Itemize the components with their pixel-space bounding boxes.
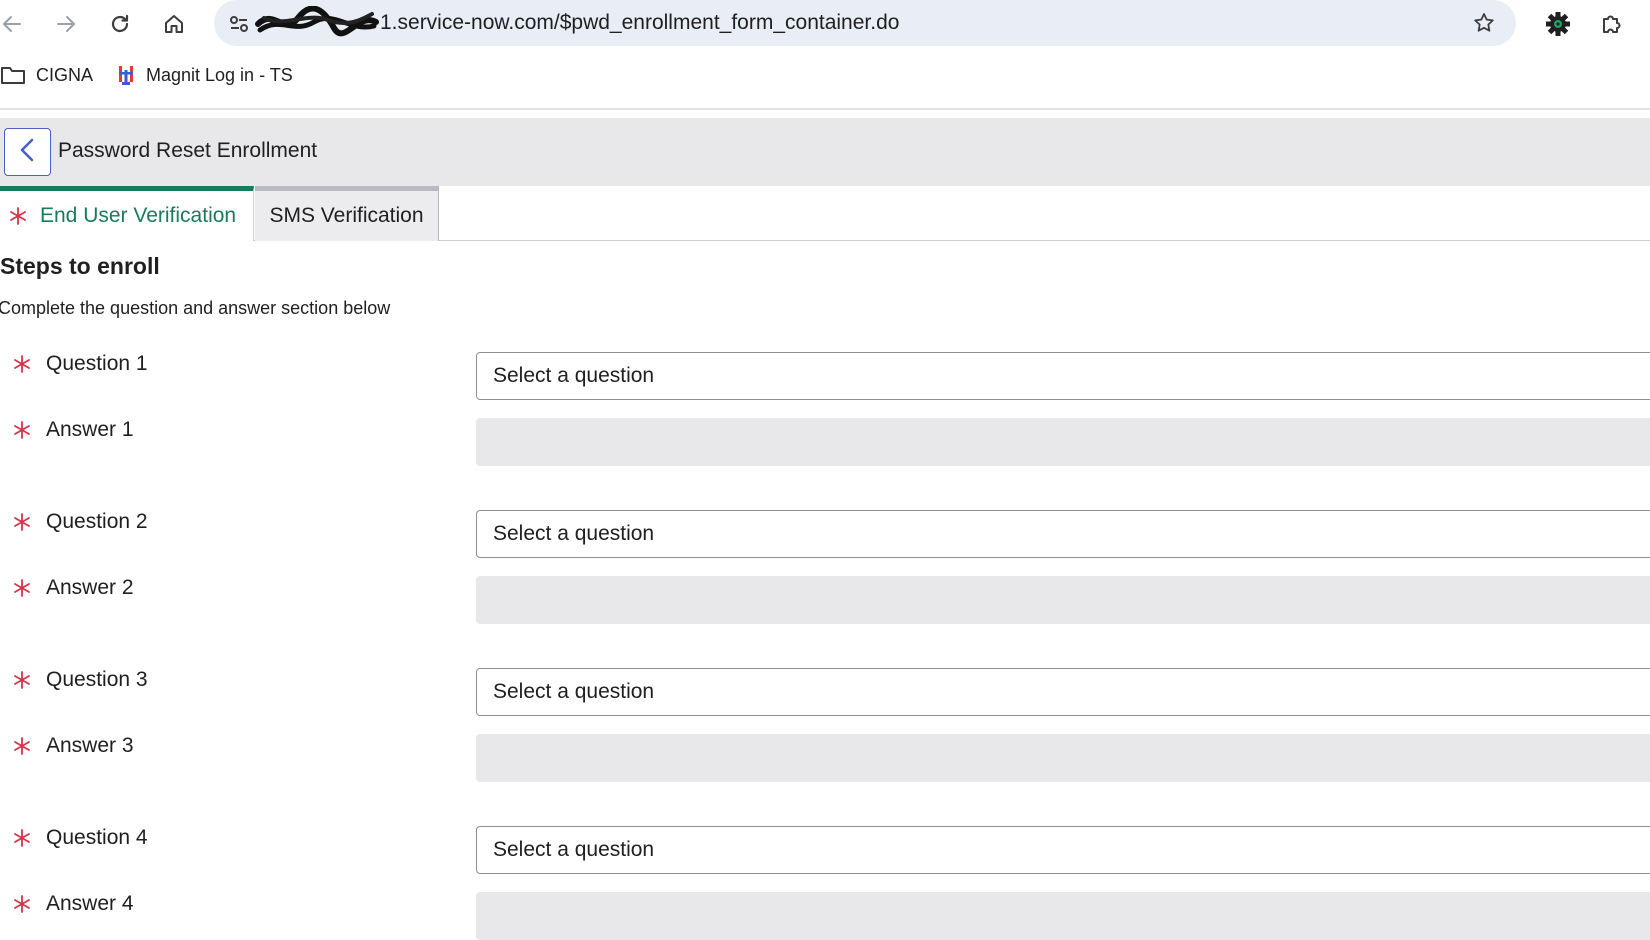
asterisk-icon — [12, 420, 32, 440]
extension-button[interactable] — [1540, 6, 1576, 42]
question-1-select[interactable]: Select a question — [476, 352, 1650, 400]
answer-4-input[interactable] — [476, 892, 1650, 940]
question-2-label: Question 2 — [12, 510, 148, 534]
back-nav-button[interactable] — [0, 6, 30, 42]
asterisk-icon — [12, 736, 32, 756]
gear-extension-icon — [1544, 10, 1572, 38]
tune-icon[interactable] — [226, 11, 252, 37]
arrow-right-icon — [54, 12, 78, 36]
tab-label: End User Verification — [40, 204, 237, 227]
asterisk-icon — [12, 578, 32, 598]
tab-sms-verification[interactable]: SMS Verification — [255, 186, 439, 241]
bookmark-label: Magnit Log in - TS — [146, 64, 293, 85]
url-text: 1.service-now.com/$pwd_enrollment_form_c… — [380, 11, 900, 34]
page-back-button[interactable] — [4, 128, 51, 176]
folder-icon — [0, 64, 26, 86]
bookmark-label: CIGNA — [36, 64, 94, 85]
home-button[interactable] — [156, 6, 192, 42]
magnit-logo-icon — [116, 64, 136, 86]
home-icon — [162, 12, 186, 36]
page-title: Password Reset Enrollment — [58, 139, 318, 162]
page-header: Password Reset Enrollment — [0, 118, 1650, 186]
reload-button[interactable] — [102, 6, 138, 42]
asterisk-icon — [12, 894, 32, 914]
section-subtitle: Complete the question and answer section… — [0, 298, 391, 318]
bookmarks-bar: CIGNA Magnit Log in - TS — [0, 56, 1650, 104]
question-1-label: Question 1 — [12, 352, 148, 376]
answer-2-label: Answer 2 — [12, 576, 134, 600]
answer-4-label: Answer 4 — [12, 892, 134, 916]
tab-bar: End User Verification SMS Verification — [0, 186, 1650, 241]
forward-nav-button[interactable] — [48, 6, 84, 42]
asterisk-icon — [12, 828, 32, 848]
answer-1-input[interactable] — [476, 418, 1650, 466]
asterisk-icon — [12, 670, 32, 690]
redacted-scribble — [254, 5, 380, 40]
answer-3-input[interactable] — [476, 734, 1650, 782]
arrow-left-icon — [0, 12, 24, 36]
asterisk-icon — [12, 512, 32, 532]
asterisk-icon — [8, 206, 28, 226]
answer-2-input[interactable] — [476, 576, 1650, 624]
question-3-label: Question 3 — [12, 668, 148, 692]
question-4-select[interactable]: Select a question — [476, 826, 1650, 874]
browser-toolbar: 1.service-now.com/$pwd_enrollment_form_c… — [0, 0, 1650, 48]
question-3-select[interactable]: Select a question — [476, 668, 1650, 716]
answer-1-label: Answer 1 — [12, 418, 134, 442]
extensions-menu-button[interactable] — [1594, 6, 1630, 42]
bookmark-cigna[interactable]: CIGNA — [0, 64, 93, 86]
bookmark-magnit[interactable]: Magnit Log in - TS — [116, 64, 293, 86]
address-bar[interactable]: 1.service-now.com/$pwd_enrollment_form_c… — [214, 0, 1516, 46]
tab-end-user-verification[interactable]: End User Verification — [0, 186, 254, 241]
question-4-label: Question 4 — [12, 826, 148, 850]
reload-icon — [108, 12, 132, 36]
puzzle-icon — [1599, 11, 1625, 37]
section-title: Steps to enroll — [0, 253, 160, 279]
asterisk-icon — [12, 354, 32, 374]
question-2-select[interactable]: Select a question — [476, 510, 1650, 558]
chevron-left-icon — [17, 137, 39, 168]
tab-label: SMS Verification — [269, 204, 424, 227]
star-icon[interactable] — [1470, 9, 1498, 37]
toolbar-divider — [0, 108, 1650, 110]
answer-3-label: Answer 3 — [12, 734, 134, 758]
